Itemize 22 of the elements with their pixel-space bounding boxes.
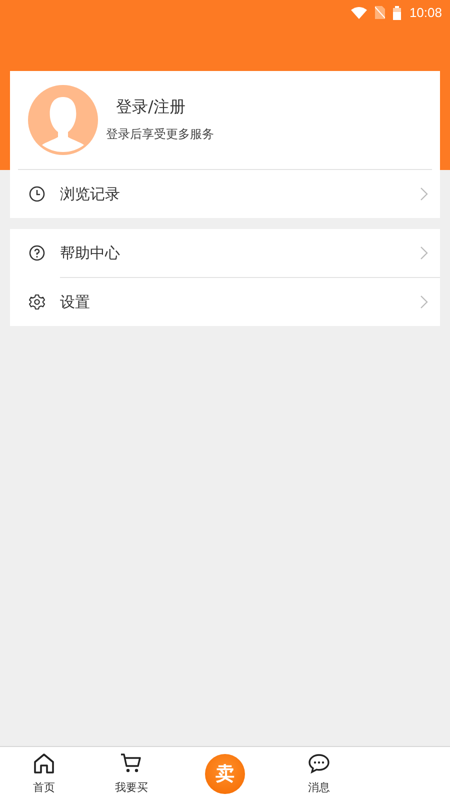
help-icon [29,245,45,261]
clock-icon [29,186,45,202]
login-register-link[interactable]: 登录/注册 [106,97,214,118]
menu-item[interactable]: 帮助中心 [10,229,440,277]
status-time: 10:08 [409,5,442,20]
menu-item[interactable]: 设置 [10,278,440,326]
tab-item[interactable]: 我要买 [88,747,175,801]
tab-item[interactable]: 消息 [275,747,362,801]
chat-icon [308,753,330,774]
home-icon [32,753,55,774]
battery-icon [393,6,402,20]
cart-icon [120,753,142,774]
settings-icon [29,294,45,310]
menu-item[interactable]: 浏览记录 [10,170,440,218]
chevron-icon [420,295,428,309]
avatar-icon[interactable] [28,85,98,155]
wifi-icon [351,6,368,18]
tab-item[interactable]: 首页 [0,747,88,801]
chevron-icon [420,246,428,260]
chevron-icon [420,187,428,201]
no-sim-icon [375,6,386,19]
login-hint: 登录后享受更多服务 [106,126,214,143]
